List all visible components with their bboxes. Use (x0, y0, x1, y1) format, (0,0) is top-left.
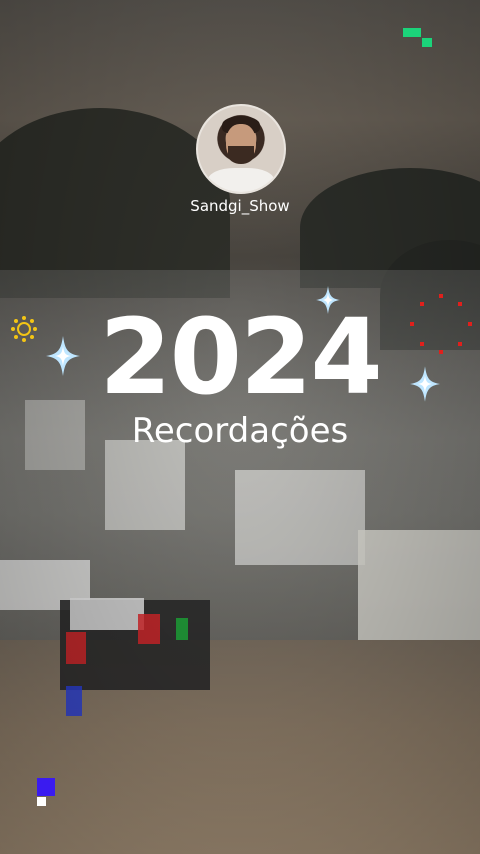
avatar-shirt (208, 168, 274, 192)
blue-pixel-icon (37, 778, 55, 806)
year-title: 2024 (99, 296, 382, 418)
avatar[interactable] (196, 104, 286, 194)
green-pixel-icon (403, 28, 432, 47)
username[interactable]: Sandgi_Show (0, 197, 480, 215)
story-subtitle: Recordações (131, 411, 349, 451)
avatar-beard (228, 146, 254, 164)
